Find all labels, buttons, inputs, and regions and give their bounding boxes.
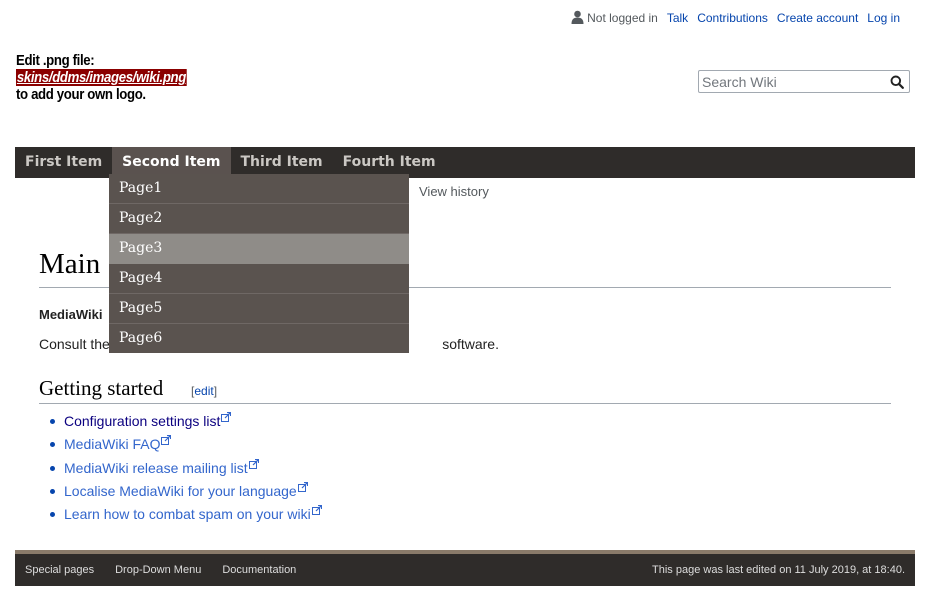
not-logged-in: Not logged in — [571, 10, 658, 25]
external-link[interactable]: Localise MediaWiki for your language — [64, 482, 297, 500]
list-item: Learn how to combat spam on your wiki — [47, 505, 322, 528]
talk-link[interactable]: Talk — [667, 11, 688, 25]
bullet-icon — [50, 465, 55, 471]
dropdown-item-page3[interactable]: Page3 — [109, 234, 409, 264]
list-item: Configuration settings list — [47, 412, 322, 435]
intro-text-start: Consult the — [39, 336, 110, 352]
external-link[interactable]: Learn how to combat spam on your wiki — [64, 505, 311, 523]
section-heading: Getting started — [39, 376, 164, 400]
getting-started-list: Configuration settings list MediaWiki FA… — [47, 412, 322, 528]
external-link[interactable]: MediaWiki FAQ — [64, 435, 160, 453]
external-link-icon — [311, 505, 322, 516]
section-edit: [edit] — [191, 384, 217, 398]
section-divider — [39, 403, 891, 404]
personal-tools: Not logged in Talk Contributions Create … — [571, 10, 900, 25]
dropdown-item-page5[interactable]: Page5 — [109, 294, 409, 324]
edit-bracket-close: ] — [213, 384, 218, 398]
user-icon — [571, 10, 584, 24]
external-link-icon — [297, 481, 308, 492]
footer: Special pages Drop-Down Menu Documentati… — [15, 554, 915, 586]
login-link[interactable]: Log in — [867, 11, 900, 25]
site-logo[interactable]: Edit .png file: skins/ddms/images/wiki.p… — [16, 52, 187, 103]
intro-text-end: software. — [442, 336, 499, 352]
create-account-link[interactable]: Create account — [777, 11, 858, 25]
last-modified: This page was last edited on 11 July 201… — [652, 564, 905, 576]
search-box — [698, 70, 910, 93]
dropdown-item-page1[interactable]: Page1 — [109, 174, 409, 204]
logo-line-2: skins/ddms/images/wiki.png — [16, 69, 187, 86]
intro-bold-text: MediaWiki — [39, 307, 103, 322]
nav-item-first[interactable]: First Item — [15, 147, 112, 178]
bullet-icon — [50, 512, 55, 518]
external-link-icon — [248, 458, 259, 469]
external-link-icon — [161, 435, 172, 446]
search-input[interactable] — [699, 71, 882, 92]
footer-link-documentation[interactable]: Documentation — [222, 564, 296, 576]
bullet-icon — [50, 488, 55, 494]
logo-line-3: to add your own logo. — [16, 86, 146, 103]
dropdown-menu: Page1 Page2 Page3 Page4 Page5 Page6 — [109, 174, 409, 353]
list-item: MediaWiki release mailing list — [47, 458, 322, 482]
list-item: MediaWiki FAQ — [47, 435, 322, 458]
footer-link-drop-down-menu[interactable]: Drop-Down Menu — [115, 564, 201, 576]
edit-section-link[interactable]: edit — [194, 384, 213, 398]
external-link[interactable]: Configuration settings list — [64, 412, 220, 430]
page-title: Main — [39, 248, 101, 280]
view-history-tab[interactable]: View history — [419, 184, 489, 199]
contributions-link[interactable]: Contributions — [697, 11, 768, 25]
external-link[interactable]: MediaWiki release mailing list — [64, 459, 248, 477]
search-icon[interactable] — [890, 75, 904, 89]
bullet-icon — [50, 419, 55, 424]
bullet-icon — [50, 442, 55, 448]
dropdown-item-page2[interactable]: Page2 — [109, 204, 409, 234]
footer-links: Special pages Drop-Down Menu Documentati… — [25, 564, 296, 576]
dropdown-item-page4[interactable]: Page4 — [109, 264, 409, 294]
list-item: Localise MediaWiki for your language — [47, 481, 322, 505]
not-logged-in-label: Not logged in — [587, 11, 658, 25]
footer-link-special-pages[interactable]: Special pages — [25, 564, 94, 576]
dropdown-item-page6[interactable]: Page6 — [109, 324, 409, 353]
logo-line-1: Edit .png file: — [16, 52, 95, 69]
external-link-icon — [221, 412, 232, 422]
